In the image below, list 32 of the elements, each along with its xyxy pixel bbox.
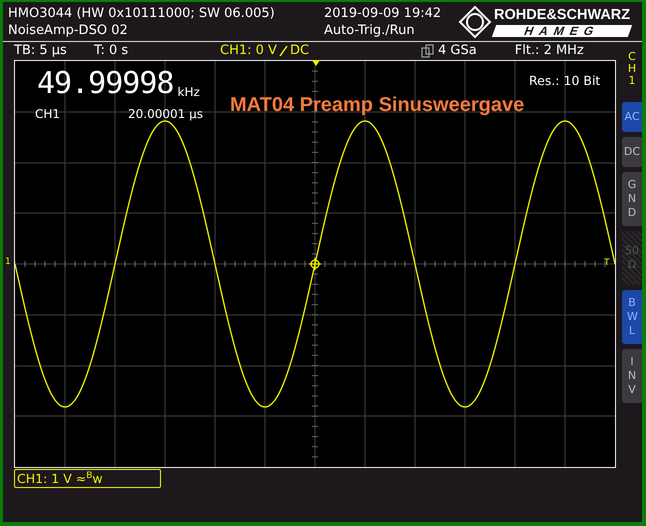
trigger-level: CH1: 0 V bbox=[220, 43, 277, 58]
device-info: HMO3044 (HW 0x10111000; SW 06.005) bbox=[8, 4, 276, 22]
trigger-point-icon bbox=[309, 258, 321, 270]
trigger-position-icon bbox=[312, 60, 320, 66]
coupling-button[interactable]: INV bbox=[622, 349, 642, 403]
trigger-coupling: DC bbox=[290, 43, 310, 58]
channel-info: CH1: 1 V ≈$^{B}$w bbox=[14, 469, 161, 488]
channel-label: CH1 bbox=[626, 51, 638, 90]
period-reading: 20.00001 µs bbox=[128, 107, 203, 121]
trigger-time: T: 0 s bbox=[94, 43, 130, 58]
coupling-button[interactable]: AC bbox=[622, 102, 642, 132]
timebase: TB: 5 µs bbox=[14, 43, 68, 58]
frequency-unit: kHz bbox=[178, 85, 200, 99]
memory-icon bbox=[421, 44, 436, 58]
coupling-button[interactable]: GND bbox=[622, 172, 642, 226]
diamond-logo-icon bbox=[458, 4, 492, 38]
date-time: 2019-09-09 19:42 bbox=[324, 4, 442, 22]
brand-name: ROHDE&SCHWARZ bbox=[494, 6, 630, 22]
filter-setting: Flt.: 2 MHz bbox=[514, 43, 584, 58]
frequency-reading: 49.99998 bbox=[37, 69, 174, 99]
trigger-level-marker: T bbox=[604, 258, 610, 268]
brand-subname: HAMEG bbox=[492, 24, 632, 36]
coupling-button[interactable]: BWL bbox=[622, 290, 642, 344]
coupling-button[interactable]: DC bbox=[622, 137, 642, 167]
resolution-label: Res.: 10 Bit bbox=[529, 73, 600, 88]
measure-channel: CH1 bbox=[35, 107, 60, 121]
sample-rate: 4 GSa bbox=[438, 43, 477, 58]
setup-name: NoiseAmp-DSO 02 bbox=[8, 22, 129, 38]
rising-edge-icon bbox=[278, 44, 288, 56]
annotation-title: MAT04 Preamp Sinusweergave bbox=[230, 94, 524, 117]
trigger-mode: Auto-Trig./Run bbox=[324, 22, 416, 38]
channel-marker: 1 bbox=[5, 257, 11, 267]
